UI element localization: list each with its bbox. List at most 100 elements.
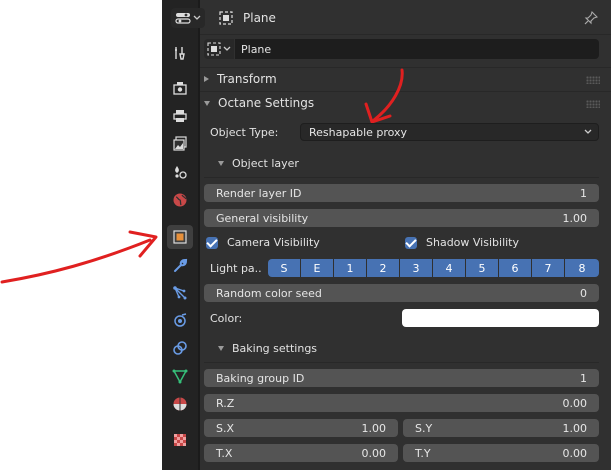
object-type-dropdown[interactable]: Reshapable proxy (300, 123, 599, 141)
baking-group-id-label: Baking group ID (216, 371, 305, 385)
world-globe-icon (173, 193, 187, 207)
particles-icon (173, 286, 187, 300)
object-layer-title: Object layer (232, 157, 299, 170)
light-pass-button-5[interactable]: 5 (466, 259, 498, 277)
render-camera-icon (173, 82, 187, 95)
light-pass-button-e[interactable]: E (301, 259, 333, 277)
light-pass-button-6[interactable]: 6 (499, 259, 531, 277)
drag-grip-icon[interactable] (586, 100, 600, 108)
render-layer-id-field[interactable]: Render layer ID 1 (204, 184, 599, 202)
baking-group-id-field[interactable]: Baking group ID 1 (204, 369, 599, 387)
render-layer-id-value: 1 (580, 186, 587, 200)
tab-material[interactable] (167, 392, 193, 416)
tab-scene[interactable] (167, 160, 193, 184)
tab-texture[interactable] (167, 428, 193, 452)
output-printer-icon (173, 110, 187, 122)
light-pass-button-1[interactable]: 1 (334, 259, 366, 277)
tab-strip-divider (198, 0, 200, 470)
sy-label: S.Y (415, 421, 433, 435)
object-type-label: Object Type: (210, 126, 279, 139)
tab-view-layer[interactable] (167, 132, 193, 156)
light-pass-button-4[interactable]: 4 (433, 259, 465, 277)
tab-world[interactable] (167, 188, 193, 212)
light-pass-button-7[interactable]: 7 (532, 259, 564, 277)
general-visibility-value: 1.00 (562, 211, 588, 225)
object-icon (219, 11, 233, 25)
texture-checker-icon (174, 434, 186, 446)
tab-object[interactable] (167, 225, 193, 249)
tab-particles[interactable] (167, 281, 193, 305)
sx-field[interactable]: S.X 1.00 (204, 419, 398, 437)
rz-label: R.Z (216, 396, 235, 410)
ty-label: T.Y (415, 446, 431, 460)
random-color-seed-label: Random color seed (216, 286, 322, 300)
rz-field[interactable]: R.Z 0.00 (204, 394, 599, 412)
light-pass-button-s[interactable]: S (268, 259, 300, 277)
scene-icon (175, 166, 187, 179)
tab-modifiers[interactable] (167, 254, 193, 278)
transform-panel-title: Transform (217, 72, 277, 86)
rz-value: 0.00 (562, 396, 588, 410)
tab-physics[interactable] (167, 308, 193, 332)
random-color-seed-field[interactable]: Random color seed 0 (204, 284, 599, 302)
light-pass-button-2[interactable]: 2 (367, 259, 399, 277)
material-sphere-icon (173, 397, 187, 411)
baking-group-id-value: 1 (580, 371, 587, 385)
subpanel-divider (204, 177, 599, 178)
tx-label: T.X (216, 446, 233, 460)
object-layer-subpanel-header[interactable]: Object layer (218, 157, 299, 170)
header-divider (200, 34, 611, 35)
light-pass-label: Light pa.. (210, 262, 262, 275)
transform-panel-header[interactable]: Transform (204, 72, 277, 86)
annotation-arrow-down (364, 68, 404, 124)
object-type-value: Reshapable proxy (309, 125, 408, 139)
subpanel-divider (204, 362, 599, 363)
baking-settings-subpanel-header[interactable]: Baking settings (218, 342, 317, 355)
object-icon (207, 42, 221, 56)
shadow-visibility-label: Shadow Visibility (426, 236, 520, 249)
light-pass-button-3[interactable]: 3 (400, 259, 432, 277)
tab-constraints[interactable] (167, 336, 193, 360)
editor-type-button[interactable] (171, 8, 205, 28)
general-visibility-field[interactable]: General visibility 1.00 (204, 209, 599, 227)
octane-settings-panel-header[interactable]: Octane Settings (204, 96, 314, 110)
octane-settings-title: Octane Settings (218, 96, 315, 110)
tab-render[interactable] (167, 76, 193, 100)
baking-settings-title: Baking settings (232, 342, 318, 355)
general-visibility-label: General visibility (216, 211, 309, 225)
annotation-arrow-left (0, 230, 158, 284)
sy-value: 1.00 (562, 421, 588, 435)
mesh-data-icon (172, 369, 188, 384)
tool-icon (175, 47, 185, 60)
constraints-icon (173, 341, 187, 355)
object-name-field[interactable]: Plane (235, 39, 599, 59)
sx-value: 1.00 (361, 421, 387, 435)
light-pass-button-8[interactable]: 8 (565, 259, 599, 277)
physics-icon (174, 313, 187, 327)
shadow-visibility-checkbox[interactable] (405, 237, 417, 249)
object-properties-icon (173, 230, 187, 244)
camera-visibility-label: Camera Visibility (227, 236, 320, 249)
expanded-triangle-icon (218, 161, 224, 166)
collapsed-triangle-icon (204, 76, 209, 82)
pin-icon[interactable] (584, 11, 598, 25)
chevron-down-icon (584, 129, 592, 134)
tab-object-data[interactable] (167, 364, 193, 388)
tx-field[interactable]: T.X 0.00 (204, 444, 398, 462)
tx-value: 0.00 (361, 446, 387, 460)
ty-field[interactable]: T.Y 0.00 (403, 444, 599, 462)
drag-grip-icon[interactable] (586, 76, 600, 84)
object-browse-button[interactable] (204, 39, 234, 59)
render-layer-id-label: Render layer ID (216, 186, 302, 200)
sy-field[interactable]: S.Y 1.00 (403, 419, 599, 437)
tab-output[interactable] (167, 104, 193, 128)
ty-value: 0.00 (562, 446, 588, 460)
color-label: Color: (210, 312, 243, 325)
chevron-down-icon (223, 46, 231, 51)
properties-editor-icon (175, 13, 191, 24)
expanded-triangle-icon (204, 100, 210, 106)
tab-tool[interactable] (167, 41, 193, 65)
color-swatch[interactable] (402, 309, 599, 327)
breadcrumb-object-name: Plane (243, 11, 276, 25)
camera-visibility-checkbox[interactable] (206, 237, 218, 249)
